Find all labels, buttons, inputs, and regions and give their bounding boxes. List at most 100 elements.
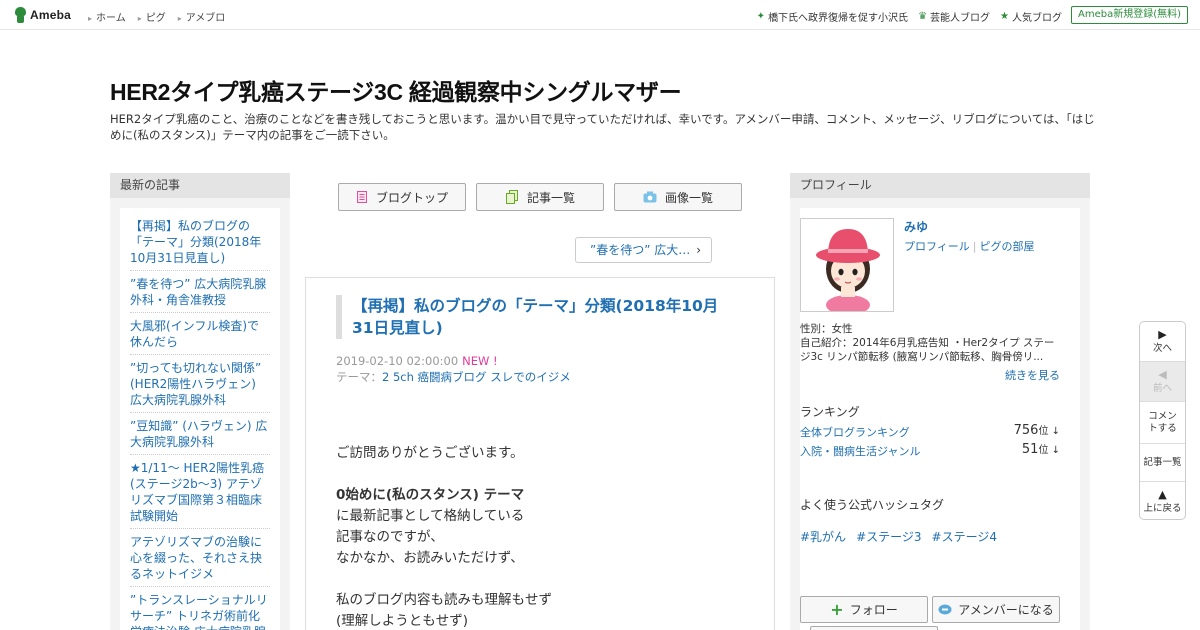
triangle-left-icon: ◀ — [1158, 367, 1167, 381]
hashtag-heading: よく使う公式ハッシュタグ — [800, 498, 945, 512]
ranking-value: 51位 ↓ — [1022, 441, 1060, 457]
hashtag[interactable]: #乳がん — [800, 528, 846, 545]
next-label: 次へ — [1152, 342, 1172, 354]
profile-name[interactable]: みゆ — [904, 218, 928, 235]
article-body: ご訪問ありがとうございます。 0始めに(私のスタンス) テーマ に最新記事として… — [336, 443, 552, 630]
prev-label: 前へ — [1152, 382, 1172, 394]
top-link-news[interactable]: ✦ 橋下氏へ政界復帰を促す小沢氏 — [757, 9, 908, 24]
back-to-top-button[interactable]: ▲ 上に戻る — [1140, 482, 1185, 519]
signup-button[interactable]: Ameba新規登録(無料) — [1070, 6, 1188, 24]
body-line: (理解しようともせず) — [336, 613, 469, 629]
recent-posts-panel: 最新の記事 【再掲】私のブログの「テーマ」分類(2018年10月31日見直し) … — [110, 173, 290, 630]
new-badge: NEW ! — [462, 354, 498, 368]
body-line: 私のブログ内容も読みも理解もせず — [336, 592, 552, 608]
recent-post-item[interactable]: ★1/11～ HER2陽性乳癌 (ステージ2b～3) アテゾリズマブ国際第３相臨… — [130, 458, 270, 529]
top-nav-ameblo[interactable]: アメブロ — [178, 9, 226, 24]
profile-content: みゆ プロフィール | ピグの部屋 性別：女性 自己紹介：2014年6月乳癌告知 ・… — [800, 208, 1080, 630]
article: 【再掲】私のブログの「テーマ」分類(2018年10月31日見直し) 2019-0… — [305, 277, 775, 630]
pigg-room-link[interactable]: ピグの部屋 — [980, 240, 1035, 253]
blog-title[interactable]: HER2タイプ乳癌ステージ3C 経過観察中シングルマザー — [110, 73, 682, 107]
image-list-label: 画像一覧 — [664, 190, 713, 205]
body-line: ご訪問ありがとうございます。 — [336, 445, 524, 461]
copy-icon — [505, 190, 518, 204]
back-to-top-label: 上に戻る — [1143, 502, 1182, 514]
ranking-unit: 位 ↓ — [1038, 445, 1060, 456]
top-nav-pigg[interactable]: ピグ — [138, 9, 166, 24]
profile-links: プロフィール | ピグの部屋 — [904, 240, 1035, 253]
recent-post-item[interactable]: 【再掲】私のブログの「テーマ」分類(2018年10月31日見直し) — [130, 216, 270, 271]
hashtag[interactable]: #ステージ4 — [932, 528, 997, 545]
comment-button[interactable]: コメントする — [1140, 402, 1185, 444]
profile-link[interactable]: プロフィール — [904, 240, 970, 253]
blog-top-button[interactable]: ブログトップ — [338, 183, 466, 211]
ranking-number: 756 — [1013, 423, 1039, 438]
ranking-label[interactable]: 全体ブログランキング — [800, 426, 910, 439]
ranking-heading: ランキング — [800, 405, 860, 419]
next-entry-button[interactable]: ▶ 次へ — [1140, 322, 1185, 362]
next-entry-title: ”春を待つ” 広大… — [590, 243, 691, 257]
document-icon — [356, 191, 367, 203]
next-entry-pager[interactable]: ”春を待つ” 広大… › — [575, 237, 712, 263]
article-title[interactable]: 【再掲】私のブログの「テーマ」分類(2018年10月31日見直し) — [336, 295, 736, 339]
top-link-celebrity[interactable]: ♛ 芸能人ブログ — [918, 9, 990, 24]
amember-label: アメンバーになる — [958, 603, 1054, 617]
ranking-unit: 位 ↓ — [1038, 426, 1060, 437]
plus-icon: + — [830, 599, 844, 619]
profile-info: 性別：女性 自己紹介：2014年6月乳癌告知 ・Her2タイプ ステージ3c リ… — [800, 322, 1062, 364]
crown-icon: ♛ — [918, 11, 928, 22]
recent-post-item[interactable]: アテゾリズマブの治験に心を綴った、それさえ抉るネットイジメ — [130, 532, 270, 587]
profile-extra-button[interactable] — [810, 626, 938, 630]
entry-list-side-label: 記事一覧 — [1143, 456, 1182, 468]
ameba-logo-icon — [14, 7, 27, 23]
sparkle-icon: ✦ — [756, 11, 766, 22]
profile-heading: プロフィール — [790, 173, 1090, 198]
triangle-right-icon: ▶ — [1158, 327, 1167, 341]
ranking-value: 756位 ↓ — [1014, 422, 1060, 438]
prev-entry-button[interactable]: ◀ 前へ — [1140, 362, 1185, 402]
top-right-links: ✦ 橋下氏へ政界復帰を促す小沢氏 ♛ 芸能人ブログ ★ 人気ブログ — [757, 9, 1062, 24]
profile-gender: 性別：女性 — [800, 323, 853, 335]
body-line: に最新記事として格納している — [336, 508, 525, 524]
entry-list-side-button[interactable]: 記事一覧 — [1140, 444, 1185, 482]
avatar[interactable] — [800, 218, 894, 312]
camera-icon — [643, 191, 657, 203]
recent-post-item[interactable]: 大風邪(インフル検査)で休んだら — [130, 316, 270, 355]
follow-label: フォロー — [849, 603, 898, 617]
chevron-right-icon: › — [696, 243, 701, 257]
entry-list-label: 記事一覧 — [526, 190, 575, 205]
recent-posts-list: 【再掲】私のブログの「テーマ」分類(2018年10月31日見直し) ”春を待つ”… — [120, 208, 280, 630]
top-nav-home[interactable]: ホーム — [88, 9, 126, 24]
body-line: 記事なのですが、 — [336, 529, 444, 545]
hashtag[interactable]: #ステージ3 — [856, 528, 921, 545]
top-link-news-label: 橋下氏へ政界復帰を促す小沢氏 — [768, 13, 909, 24]
ranking-row: 全体ブログランキング 756位 ↓ — [800, 422, 1060, 440]
floating-side-nav: ▶ 次へ ◀ 前へ コメントする 記事一覧 ▲ 上に戻る — [1139, 321, 1186, 520]
article-theme-link[interactable]: 2 5ch 癌闘病ブログ スレでのイジメ — [382, 370, 571, 384]
star-icon: ★ — [1000, 11, 1009, 22]
ameba-logo-text: Ameba — [30, 8, 72, 22]
recent-post-item[interactable]: ”春を待つ” 広大病院乳腺外科・角舎准教授 — [130, 274, 270, 313]
top-link-popular[interactable]: ★ 人気ブログ — [1000, 9, 1062, 24]
avatar-illustration — [816, 229, 880, 311]
recent-post-item[interactable]: ”切っても切れない関係” (HER2陽性ハラヴェン) 広大病院乳腺外科 — [130, 358, 270, 413]
recent-post-item[interactable]: ”豆知識” (ハラヴェン) 広大病院乳腺外科 — [130, 416, 270, 455]
hashtag-list: #乳がん #ステージ3 #ステージ4 — [800, 528, 997, 545]
top-link-popular-label: 人気ブログ — [1012, 13, 1062, 24]
follow-button[interactable]: + フォロー — [800, 596, 928, 623]
top-nav: ホーム ピグ アメブロ — [88, 9, 225, 24]
ranking-number: 51 — [1021, 442, 1039, 457]
amember-button[interactable]: アメンバーになる — [932, 596, 1060, 623]
recent-posts-heading: 最新の記事 — [110, 173, 290, 198]
chat-bubble-icon — [938, 604, 952, 614]
ranking-row: 入院・闘病生活ジャンル 51位 ↓ — [800, 441, 1060, 459]
read-more-link[interactable]: 続きを見る — [1005, 367, 1060, 383]
ameba-logo[interactable]: Ameba — [14, 6, 71, 24]
top-bar: Ameba ホーム ピグ アメブロ ✦橋下氏へ政界復帰を促す小沢氏 ♛芸能人ブロ… — [0, 0, 1200, 30]
comment-label: コメントする — [1148, 410, 1177, 434]
recent-post-item[interactable]: ”トランスレーショナルリサーチ” トリネガ術前化学療法治験 広大病院乳腺外科 角… — [130, 590, 270, 630]
image-list-button[interactable]: 画像一覧 — [614, 183, 742, 211]
ranking-label[interactable]: 入院・闘病生活ジャンル — [800, 445, 920, 458]
profile-intro: 自己紹介：2014年6月乳癌告知 ・Her2タイプ ステージ3c リンパ節転移 … — [800, 337, 1055, 363]
entry-list-button[interactable]: 記事一覧 — [476, 183, 604, 211]
top-link-celebrity-label: 芸能人ブログ — [930, 13, 991, 24]
